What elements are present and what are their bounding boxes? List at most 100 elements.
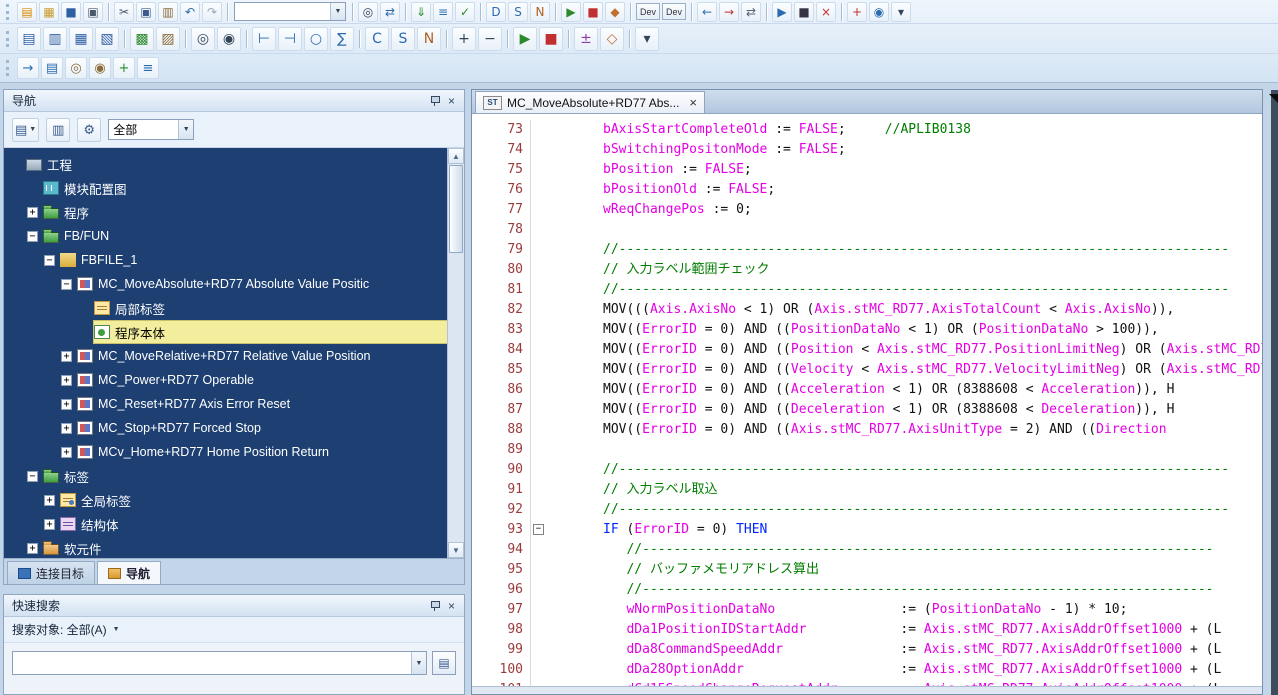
toolbar-grip[interactable]: [6, 31, 11, 47]
line-statement-list-icon[interactable]: ≡: [137, 57, 159, 79]
collapse-all-button[interactable]: ▥: [46, 118, 70, 142]
stop-monitoring-icon[interactable]: ■: [539, 27, 563, 51]
online-verify-icon[interactable]: ⇄: [741, 2, 761, 22]
tree-item[interactable]: +全局标签: [4, 488, 447, 512]
expand-toggle-icon[interactable]: +: [44, 495, 55, 506]
bookmark-list-icon[interactable]: ▤: [41, 57, 63, 79]
code-line[interactable]: 88MOV((ErrorID = 0) AND ((Axis.stMC_RD77…: [472, 420, 1262, 440]
note-icon[interactable]: N: [530, 2, 550, 22]
expand-toggle-icon[interactable]: +: [44, 519, 55, 530]
code-line[interactable]: 80// 入力ラベル範囲チェック: [472, 260, 1262, 280]
tree-item[interactable]: −MC_MoveAbsolute+RD77 Absolute Value Pos…: [4, 272, 447, 296]
dropdown-arrow-icon[interactable]: ▼: [411, 652, 426, 674]
rebuild-all-icon[interactable]: ≡: [433, 2, 453, 22]
search-icon[interactable]: ◎: [358, 2, 378, 22]
copy-icon[interactable]: ▣: [136, 2, 156, 22]
code-line[interactable]: 79//------------------------------------…: [472, 240, 1262, 260]
find-in-project-icon[interactable]: ◎: [65, 57, 87, 79]
save-project-icon[interactable]: ■: [61, 2, 81, 22]
fb-property-icon[interactable]: ▨: [156, 27, 180, 51]
monitor-stop-icon[interactable]: ■: [583, 2, 603, 22]
tree-scrollbar[interactable]: ▲ ▼: [447, 148, 464, 558]
device-display-button[interactable]: Dev: [636, 3, 660, 20]
scroll-down-icon[interactable]: ▼: [448, 542, 464, 558]
forced-onoff-icon[interactable]: ◇: [600, 27, 624, 51]
new-project-icon[interactable]: ▤: [17, 2, 37, 22]
code-line[interactable]: 95 // バッファメモリアドレス算出: [472, 560, 1262, 580]
tree-item[interactable]: 程序本体: [4, 320, 447, 344]
zoom-out-icon[interactable]: −: [478, 27, 502, 51]
device-batch-button[interactable]: Dev: [662, 3, 686, 20]
remote-run-icon[interactable]: ▶: [772, 2, 792, 22]
tree-item[interactable]: 局部标签: [4, 296, 447, 320]
tree-item[interactable]: +MC_Reset+RD77 Axis Error Reset: [4, 392, 447, 416]
tree-item[interactable]: 工程: [4, 152, 447, 176]
device-test-icon[interactable]: ±: [574, 27, 598, 51]
online-read-icon[interactable]: ←: [697, 2, 717, 22]
note-display-icon[interactable]: N: [417, 27, 441, 51]
toolbar-options-icon[interactable]: ▾: [635, 27, 659, 51]
coil-symbol-icon[interactable]: ○: [304, 27, 328, 51]
tree-item[interactable]: +程序: [4, 200, 447, 224]
search-input[interactable]: ▼: [12, 651, 427, 675]
online-write-icon[interactable]: →: [719, 2, 739, 22]
code-line[interactable]: 94 //-----------------------------------…: [472, 540, 1262, 560]
expand-toggle-icon[interactable]: +: [27, 207, 38, 218]
search-target-selector[interactable]: 搜索对象: 全部(A) ▼: [4, 617, 464, 643]
code-line[interactable]: 93−IF (ErrorID = 0) THEN: [472, 520, 1262, 540]
close-button[interactable]: ×: [443, 597, 460, 614]
expand-toggle-icon[interactable]: +: [61, 423, 72, 434]
comment-display-icon[interactable]: C: [365, 27, 389, 51]
redo-icon[interactable]: ↷: [202, 2, 222, 22]
dropdown-arrow-icon[interactable]: ▼: [330, 3, 345, 20]
settings-button[interactable]: ⚙: [77, 118, 101, 142]
code-line[interactable]: 76bPositionOld := FALSE;: [472, 180, 1262, 200]
code-editor[interactable]: 73bAxisStartCompleteOld := FALSE; //APLI…: [472, 114, 1262, 686]
display-mode-button[interactable]: ▤▼: [12, 118, 39, 142]
statement-icon[interactable]: S: [508, 2, 528, 22]
close-tab-icon[interactable]: ×: [689, 95, 697, 110]
window-select-combo[interactable]: ▼: [234, 2, 346, 21]
tree-item[interactable]: −标签: [4, 464, 447, 488]
tree-item[interactable]: +结构体: [4, 512, 447, 536]
tree-item[interactable]: +MCv_Home+RD77 Home Position Return: [4, 440, 447, 464]
code-line[interactable]: 86MOV((ErrorID = 0) AND ((Acceleration <…: [472, 380, 1262, 400]
monitor-write-icon[interactable]: ◆: [605, 2, 625, 22]
code-line[interactable]: 98 dDa1PositionIDStartAddr := Axis.stMC_…: [472, 620, 1262, 640]
tree-item[interactable]: −FBFILE_1: [4, 248, 447, 272]
expand-toggle-icon[interactable]: −: [44, 255, 55, 266]
code-line[interactable]: 77wReqChangePos := 0;: [472, 200, 1262, 220]
contact-close-symbol-icon[interactable]: ⊣: [278, 27, 302, 51]
expand-toggle-icon[interactable]: +: [27, 543, 38, 554]
watch-window-icon[interactable]: ▧: [95, 27, 119, 51]
scroll-up-icon[interactable]: ▲: [448, 148, 464, 164]
navigation-window-icon[interactable]: ▤: [17, 27, 41, 51]
open-project-icon[interactable]: ▦: [39, 2, 59, 22]
code-line[interactable]: 100 dDa28OptionAddr := Axis.stMC_RD77.Ax…: [472, 660, 1262, 680]
scrollbar-thumb[interactable]: [449, 165, 463, 253]
print-icon[interactable]: ▣: [83, 2, 103, 22]
tree-item[interactable]: 模块配置图: [4, 176, 447, 200]
expand-toggle-icon[interactable]: +: [61, 399, 72, 410]
check-program-icon[interactable]: ✓: [455, 2, 475, 22]
tree-item[interactable]: +软元件: [4, 536, 447, 558]
code-line[interactable]: 99 dDa8CommandSpeedAddr := Axis.stMC_RD7…: [472, 640, 1262, 660]
instruction-icon[interactable]: ∑: [330, 27, 354, 51]
expand-toggle-icon[interactable]: −: [27, 231, 38, 242]
right-edge-scrollbar[interactable]: [1271, 90, 1278, 695]
undo-icon[interactable]: ↶: [180, 2, 200, 22]
code-line[interactable]: 73bAxisStartCompleteOld := FALSE; //APLI…: [472, 120, 1262, 140]
clear-memory-icon[interactable]: ×: [816, 2, 836, 22]
device-comment-icon[interactable]: D: [486, 2, 506, 22]
tree-item[interactable]: +MC_MoveRelative+RD77 Relative Value Pos…: [4, 344, 447, 368]
expand-toggle-icon[interactable]: +: [61, 351, 72, 362]
code-line[interactable]: 85MOV((ErrorID = 0) AND ((Velocity < Axi…: [472, 360, 1262, 380]
jump-icon[interactable]: →: [17, 57, 39, 79]
paste-icon[interactable]: ▥: [158, 2, 178, 22]
program-editor-icon[interactable]: ▩: [130, 27, 154, 51]
code-line[interactable]: 84MOV((ErrorID = 0) AND ((Position < Axi…: [472, 340, 1262, 360]
statement-display-icon[interactable]: S: [391, 27, 415, 51]
filter-combo[interactable]: 全部 ▼: [108, 119, 194, 140]
code-line[interactable]: 78: [472, 220, 1262, 240]
pin-button[interactable]: [426, 92, 443, 109]
